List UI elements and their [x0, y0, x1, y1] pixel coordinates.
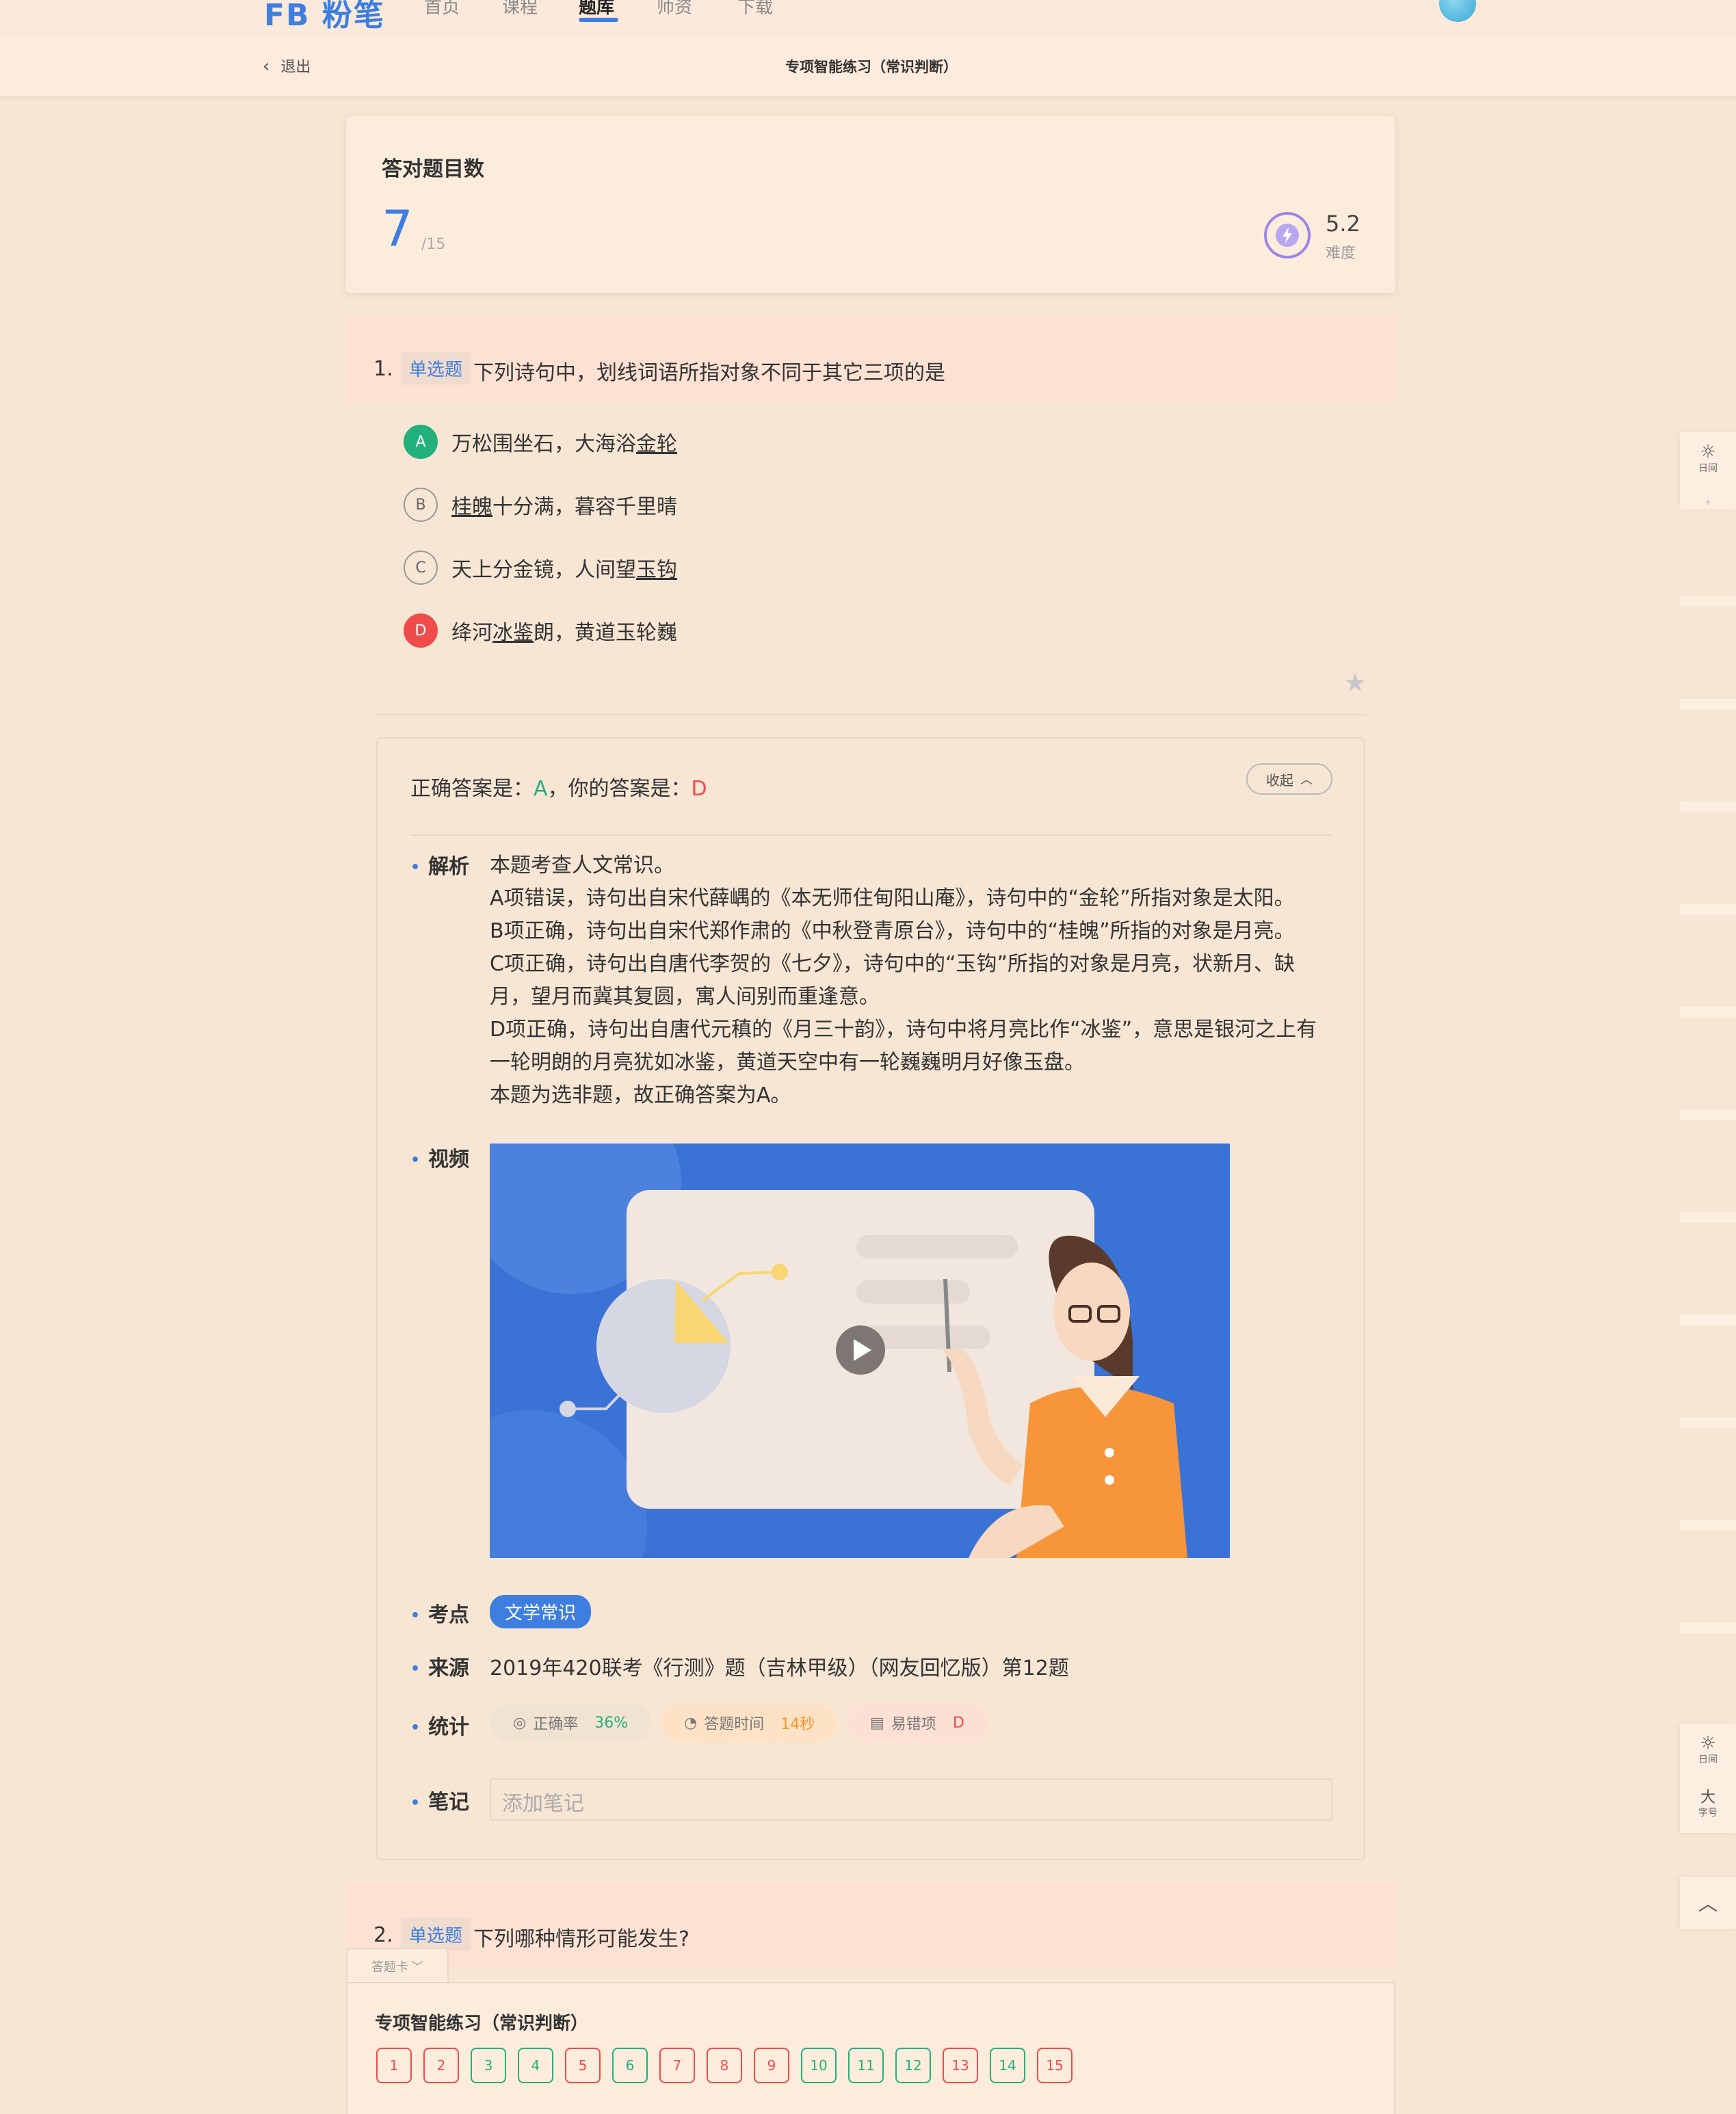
answer-card-item[interactable]: 15: [1037, 2048, 1073, 2083]
answer-card-item[interactable]: 10: [801, 2048, 837, 2083]
option-text: 万松围坐石，大海浴金轮: [451, 432, 677, 456]
answer-card-title: 专项智能练习（常识判断）: [375, 2013, 589, 2034]
exit-label: 退出: [280, 59, 311, 76]
question-number: 2.: [373, 1923, 393, 1947]
answer-card-item[interactable]: 2: [423, 2048, 459, 2083]
day-mode-button[interactable]: ☼ 日间: [1680, 443, 1736, 475]
correct-answer: A: [534, 777, 548, 801]
question-text: 下列哪种情形可能发生?: [473, 1927, 689, 1951]
section-label-stats: • 统计: [410, 1715, 470, 1739]
chevron-down-icon: ﹀: [411, 1960, 423, 1974]
total-count: /15: [421, 236, 446, 253]
section-label-note: • 笔记: [410, 1791, 470, 1814]
chevron-left-icon: ‹: [263, 56, 270, 77]
option-letter: A: [404, 425, 438, 459]
stat-accuracy: ◎ 正确率 36%: [490, 1703, 652, 1743]
difficulty-value: 5.2: [1326, 211, 1360, 237]
sun-icon: ☼: [1700, 1733, 1716, 1754]
answer-card-item[interactable]: 5: [565, 2048, 601, 2083]
option-c[interactable]: C 天上分金镜，人间望玉钩: [404, 550, 677, 585]
stat-time: ◔ 答题时间 14秒: [661, 1703, 839, 1743]
nav-item-download[interactable]: 下载: [737, 0, 773, 18]
font-size-button[interactable]: 大字号: [1680, 1791, 1736, 1819]
nav-item-courses[interactable]: 课程: [502, 0, 538, 18]
exit-button[interactable]: ‹ 退出: [263, 55, 311, 77]
question-text: 下列诗句中，划线词语所指对象不同于其它三项的是: [473, 361, 945, 385]
option-text: 绛河冰鉴朗，黄道玉轮巍: [451, 621, 677, 645]
page-title: 专项智能练习（常识判断）: [785, 59, 958, 75]
option-a[interactable]: A 万松围坐石，大海浴金轮: [404, 424, 677, 460]
option-letter: C: [404, 551, 438, 585]
logo[interactable]: FB 粉笔: [264, 0, 385, 34]
answer-card-item[interactable]: 12: [895, 2048, 931, 2083]
score-title: 答对题目数: [382, 157, 484, 181]
day-mode-button[interactable]: ☼ 日间: [1680, 1734, 1736, 1766]
question-number: 1.: [373, 357, 393, 381]
analysis-text: 本题考查人文常识。 A项错误，诗句出自宋代薛嵎的《本无师住甸阳山庵》，诗句中的“…: [490, 854, 1317, 1107]
answer-card-item[interactable]: 11: [848, 2048, 884, 2083]
answer-card-item[interactable]: 3: [471, 2048, 506, 2083]
question-type-badge: 单选题: [401, 352, 471, 385]
option-d[interactable]: D 绛河冰鉴朗，黄道玉轮巍: [404, 613, 677, 648]
question-type-badge: 单选题: [401, 1918, 471, 1951]
chevron-up-icon: ︿: [1698, 1892, 1718, 1915]
star-icon[interactable]: ★: [1343, 668, 1367, 698]
answer-card-item[interactable]: 8: [707, 2048, 742, 2083]
option-text: 天上分金镜，人间望玉钩: [451, 558, 677, 582]
add-icon: +: [1680, 498, 1736, 509]
answer-card-item[interactable]: 7: [659, 2048, 695, 2083]
answer-summary: 正确答案是：A，你的答案是：D: [410, 777, 707, 801]
clock-icon: ◔: [684, 1714, 698, 1732]
answer-card-item[interactable]: 4: [518, 2048, 553, 2083]
nav-item-question-bank[interactable]: 题库: [579, 0, 614, 18]
option-b[interactable]: B 桂魄十分满，暮容千里晴: [404, 487, 677, 523]
section-label-analysis: • 解析: [410, 855, 470, 879]
answer-card-item[interactable]: 14: [990, 2048, 1025, 2083]
option-text: 桂魄十分满，暮容千里晴: [451, 495, 677, 519]
source-text: 2019年420联考《行测》题（吉林甲级）（网友回忆版）第12题: [490, 1656, 1069, 1680]
sun-icon: ☼: [1700, 442, 1716, 462]
option-letter: D: [404, 613, 438, 648]
video-player[interactable]: [490, 1144, 1230, 1558]
collapse-button[interactable]: 收起 ︿: [1246, 763, 1332, 795]
back-to-top-button[interactable]: ︿: [1680, 1877, 1736, 1929]
your-answer: D: [691, 777, 707, 801]
section-label-source: • 来源: [410, 1656, 470, 1680]
answer-card-item[interactable]: 6: [612, 2048, 648, 2083]
difficulty-label: 难度: [1326, 245, 1356, 262]
nav-item-teachers[interactable]: 师资: [657, 0, 692, 18]
nav-active-indicator: [579, 18, 618, 22]
answer-card-toggle[interactable]: 答题卡 ﹀: [346, 1948, 449, 1983]
answer-card-item[interactable]: 13: [943, 2048, 978, 2083]
answer-card-item[interactable]: 1: [376, 2048, 412, 2083]
chevron-up-icon: ︿: [1300, 773, 1313, 787]
answer-card-item[interactable]: 9: [754, 2048, 789, 2083]
correct-count: 7: [382, 200, 413, 257]
note-input[interactable]: 添加笔记: [490, 1778, 1332, 1821]
stat-error-prone: ▤ 易错项 D: [847, 1703, 988, 1743]
section-label-point: • 考点: [410, 1603, 470, 1627]
divider: [410, 834, 1331, 836]
option-letter: B: [404, 488, 438, 522]
knowledge-point-tag[interactable]: 文学常识: [490, 1595, 592, 1628]
divider: [375, 714, 1367, 715]
nav-item-home[interactable]: 首页: [424, 0, 460, 18]
lightning-icon: [1264, 212, 1311, 259]
section-label-video: • 视频: [410, 1148, 470, 1172]
score-card: 答对题目数 7 /15 5.2 难度: [346, 116, 1395, 293]
check-circle-icon: ◎: [513, 1714, 527, 1732]
document-icon: ▤: [870, 1714, 884, 1732]
